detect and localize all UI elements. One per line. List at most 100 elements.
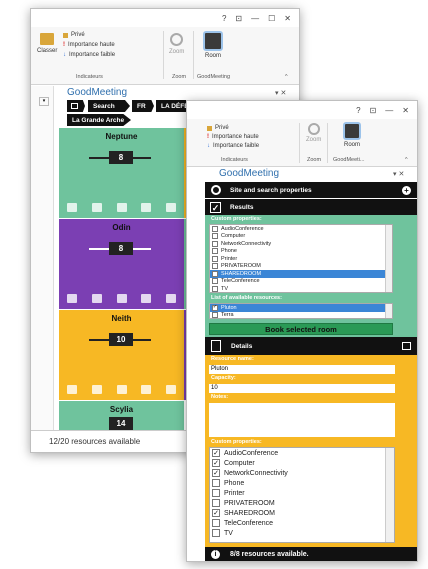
site-search-section[interactable]: Site and search properties + bbox=[205, 182, 417, 198]
checkbox[interactable] bbox=[212, 270, 218, 277]
checkbox[interactable] bbox=[212, 263, 218, 270]
notes-field[interactable] bbox=[209, 403, 395, 437]
minimize-button[interactable]: — bbox=[251, 14, 259, 23]
prive-button[interactable]: Privé bbox=[63, 32, 85, 38]
restore-ribbon-button[interactable]: ⊡ bbox=[370, 106, 377, 115]
checkbox[interactable]: ✓ bbox=[212, 449, 220, 457]
dropdown-icon[interactable]: ▾ bbox=[39, 97, 49, 106]
checkbox[interactable] bbox=[212, 278, 218, 285]
room-tile-scylia[interactable]: Scylia 14 bbox=[59, 401, 184, 431]
list-item-selected[interactable]: SHAREDROOM bbox=[210, 270, 392, 278]
list-item[interactable]: Printer bbox=[210, 488, 394, 498]
checkbox[interactable] bbox=[212, 499, 220, 507]
help-button[interactable]: ? bbox=[222, 14, 226, 23]
zoom-button[interactable]: Zoom bbox=[169, 33, 184, 55]
room-icon bbox=[343, 122, 361, 140]
list-item[interactable]: PRIVATEROOM bbox=[210, 263, 392, 271]
list-item[interactable]: ✓ SHAREDROOM bbox=[210, 508, 394, 518]
collapse-ribbon-icon[interactable]: ^ bbox=[285, 74, 288, 80]
room-tile-odin[interactable]: Odin 8 bbox=[59, 219, 184, 309]
checkbox[interactable] bbox=[212, 255, 218, 262]
available-resources-list[interactable]: ✓ Pluton Terra bbox=[209, 303, 393, 319]
list-item[interactable]: AudioConference bbox=[210, 225, 392, 233]
resource-name-field[interactable]: Pluton bbox=[209, 365, 395, 374]
checkbox[interactable] bbox=[212, 225, 218, 232]
prive-button[interactable]: Privé bbox=[207, 125, 229, 131]
crumb-la-grande-arche[interactable]: La Grande Arche bbox=[67, 114, 131, 126]
pane-menu-icon[interactable]: ▾ ✕ bbox=[275, 89, 286, 97]
list-item[interactable]: TV bbox=[210, 285, 392, 292]
capacity-field[interactable]: 10 bbox=[209, 384, 395, 393]
room-button[interactable]: Room bbox=[203, 31, 223, 59]
available-resources-label: List of available resources: bbox=[211, 295, 282, 301]
checkbox[interactable] bbox=[212, 248, 218, 255]
maximize-button[interactable]: ☐ bbox=[268, 14, 275, 23]
list-item[interactable]: TeleConference bbox=[210, 278, 392, 286]
book-selected-room-button[interactable]: Book selected room bbox=[209, 323, 393, 335]
list-item[interactable]: ✓ NetworkConnectivity bbox=[210, 468, 394, 478]
room-button[interactable]: Room bbox=[343, 122, 361, 148]
back-titlebar: ? ⊡ — ☐ ✕ bbox=[31, 9, 299, 27]
checkbox[interactable] bbox=[212, 529, 220, 537]
zoom-button[interactable]: Zoom bbox=[306, 123, 321, 143]
people-icon bbox=[91, 203, 102, 212]
detail-properties-list[interactable]: ✓ AudioConference ✓ Computer ✓ NetworkConne… bbox=[209, 447, 395, 543]
magnifier-icon bbox=[307, 123, 320, 135]
search-properties-list[interactable]: AudioConference Computer NetworkConnecti… bbox=[209, 224, 393, 293]
classer-button[interactable]: Classer bbox=[37, 33, 57, 54]
checkbox[interactable] bbox=[212, 240, 218, 247]
list-scrollbar[interactable] bbox=[385, 304, 392, 318]
exclamation-icon: ! bbox=[63, 42, 65, 48]
list-scrollbar[interactable] bbox=[385, 225, 392, 292]
details-section[interactable]: Details bbox=[205, 337, 417, 355]
list-item[interactable]: ✓ AudioConference bbox=[210, 448, 394, 458]
list-item[interactable]: ✓ Computer bbox=[210, 458, 394, 468]
edit-icon[interactable] bbox=[402, 342, 411, 350]
pane-menu-icon[interactable]: ▾ ✕ bbox=[393, 170, 404, 178]
list-item[interactable]: PRIVATEROOM bbox=[210, 498, 394, 508]
list-item[interactable]: Computer bbox=[210, 233, 392, 241]
crumb-fr[interactable]: FR bbox=[132, 100, 154, 112]
checkbox[interactable]: ✓ bbox=[212, 304, 218, 311]
crumb-search[interactable]: Search bbox=[88, 100, 130, 112]
audio-icon bbox=[67, 385, 77, 394]
checkbox[interactable]: ✓ bbox=[212, 509, 220, 517]
list-item[interactable]: Phone bbox=[210, 248, 392, 256]
list-item[interactable]: NetworkConnectivity bbox=[210, 240, 392, 248]
list-item[interactable]: Printer bbox=[210, 255, 392, 263]
list-item[interactable]: TeleConference bbox=[210, 518, 394, 528]
checkbox[interactable] bbox=[212, 312, 218, 318]
checkbox[interactable] bbox=[212, 489, 220, 497]
list-item-selected[interactable]: ✓ Pluton bbox=[210, 304, 392, 312]
room-tile-neith[interactable]: Neith 10 bbox=[59, 310, 184, 400]
help-button[interactable]: ? bbox=[356, 106, 360, 115]
room-tile-neptune[interactable]: Neptune 8 bbox=[59, 128, 184, 218]
home-crumb[interactable] bbox=[67, 100, 85, 112]
importance-high-button[interactable]: ! Importance haute bbox=[207, 134, 259, 140]
facility-icons bbox=[67, 203, 176, 212]
minimize-button[interactable]: — bbox=[385, 106, 393, 115]
checkbox[interactable] bbox=[212, 479, 220, 487]
importance-high-button[interactable]: ! Importance haute bbox=[63, 42, 115, 48]
screen-icon bbox=[141, 294, 152, 303]
list-item[interactable]: Phone bbox=[210, 478, 394, 488]
close-button[interactable]: ✕ bbox=[402, 106, 409, 115]
list-item[interactable]: Terra bbox=[210, 312, 392, 318]
checkbox[interactable] bbox=[212, 233, 218, 240]
add-icon[interactable]: + bbox=[402, 185, 411, 195]
phone-icon bbox=[166, 203, 176, 212]
importance-low-button[interactable]: ↓ Importance faible bbox=[207, 143, 259, 149]
resource-name-label: Resource name: bbox=[211, 356, 254, 362]
checkbox[interactable]: ✓ bbox=[212, 469, 220, 477]
checkbox[interactable]: ✓ bbox=[212, 459, 220, 467]
list-scrollbar[interactable] bbox=[385, 448, 394, 542]
list-item[interactable]: TV bbox=[210, 528, 394, 538]
collapse-ribbon-icon[interactable]: ^ bbox=[405, 157, 408, 163]
close-button[interactable]: ✕ bbox=[284, 14, 291, 23]
results-section[interactable]: ✓ Results bbox=[205, 199, 417, 215]
importance-low-button[interactable]: ↓ Importance faible bbox=[63, 52, 115, 58]
restore-ribbon-button[interactable]: ⊡ bbox=[235, 14, 242, 23]
checkbox[interactable] bbox=[212, 285, 218, 292]
room-name: Neith bbox=[111, 314, 132, 323]
checkbox[interactable] bbox=[212, 519, 220, 527]
